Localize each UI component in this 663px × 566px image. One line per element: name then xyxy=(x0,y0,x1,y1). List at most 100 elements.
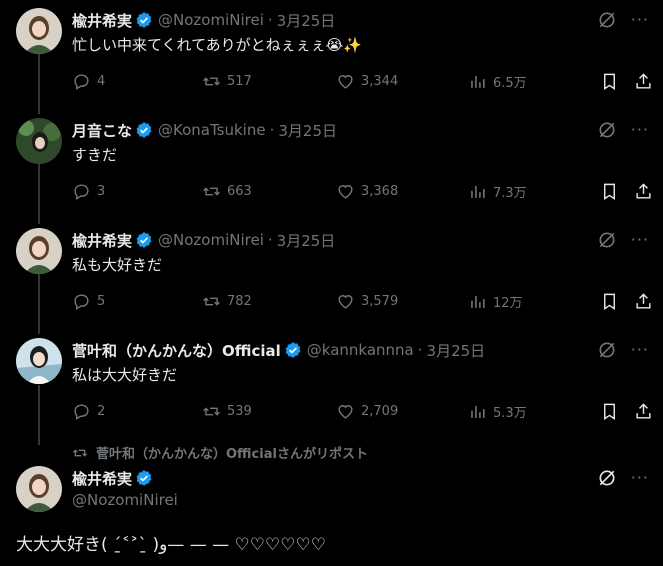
grok-icon[interactable] xyxy=(597,468,617,488)
like-button[interactable]: 3,368 xyxy=(336,182,398,201)
author-name[interactable]: 菅叶和（かんかんな）Official xyxy=(72,340,281,361)
tweet-text: 私も大好きだ xyxy=(72,256,163,274)
like-count: 2,709 xyxy=(361,404,399,419)
separator-dot: · xyxy=(269,121,275,139)
grok-icon[interactable] xyxy=(597,10,617,30)
author-handle[interactable]: @kannkannna xyxy=(307,341,414,359)
view-count: 5.3万 xyxy=(493,406,527,421)
tweet-actions: 3 663 3,368 7.3万 xyxy=(72,182,652,204)
bookmark-button[interactable] xyxy=(600,182,619,201)
share-button[interactable] xyxy=(634,72,653,91)
author-name[interactable]: 楡井希実 xyxy=(72,468,132,489)
avatar[interactable] xyxy=(16,466,62,512)
repost-icon xyxy=(203,187,220,196)
author-handle[interactable]: @NozomiNirei xyxy=(158,231,264,249)
repost-count: 663 xyxy=(227,184,252,199)
views-chart-icon xyxy=(471,185,485,198)
author-handle[interactable]: @NozomiNirei xyxy=(72,491,178,509)
reply-count: 3 xyxy=(97,184,106,199)
repost-count: 782 xyxy=(227,294,252,309)
more-options-icon[interactable]: ··· xyxy=(631,10,649,30)
reply-button[interactable]: 2 xyxy=(72,402,105,421)
avatar[interactable] xyxy=(16,118,62,164)
verified-badge-icon xyxy=(285,342,301,358)
share-button[interactable] xyxy=(634,182,653,201)
reply-count: 5 xyxy=(97,294,106,309)
heart-icon xyxy=(338,295,353,309)
tweet-actions: 4 517 3,344 6.5万 xyxy=(72,72,652,94)
view-count: 7.3万 xyxy=(493,186,527,201)
more-options-icon[interactable]: ··· xyxy=(631,340,649,360)
more-options-icon[interactable]: ··· xyxy=(631,120,649,140)
thread-line xyxy=(38,385,40,445)
like-button[interactable]: 3,344 xyxy=(336,72,398,91)
views-chart-icon xyxy=(471,295,485,308)
view-count: 6.5万 xyxy=(493,76,527,91)
repost-button[interactable]: 782 xyxy=(202,292,252,311)
bookmark-icon xyxy=(604,403,615,420)
verified-badge-icon xyxy=(136,12,152,28)
like-count: 3,579 xyxy=(361,294,399,309)
reply-button[interactable]: 4 xyxy=(72,72,105,91)
like-count: 3,368 xyxy=(361,184,399,199)
heart-icon xyxy=(338,405,353,419)
repost-button[interactable]: 663 xyxy=(202,182,252,201)
repost-icon xyxy=(203,77,220,86)
separator-dot: · xyxy=(267,11,273,29)
repost-indicator[interactable]: 菅叶和（かんかんな）Officialさんがリポスト xyxy=(72,443,368,462)
timestamp[interactable]: 3月25日 xyxy=(277,10,336,31)
tweet-text: すきだ xyxy=(72,146,118,164)
avatar[interactable] xyxy=(16,8,62,54)
views-button[interactable]: 5.3万 xyxy=(468,402,527,421)
repost-label: 菅叶和（かんかんな）Officialさんがリポスト xyxy=(96,447,368,462)
views-button[interactable]: 6.5万 xyxy=(468,72,527,91)
timestamp[interactable]: 3月25日 xyxy=(427,340,486,361)
like-button[interactable]: 2,709 xyxy=(336,402,398,421)
thread-line xyxy=(38,274,40,334)
views-button[interactable]: 12万 xyxy=(468,292,523,311)
grok-icon[interactable] xyxy=(597,340,617,360)
repost-button[interactable]: 539 xyxy=(202,402,252,421)
bookmark-button[interactable] xyxy=(600,72,619,91)
tweet-text: 私は大大好きだ xyxy=(72,366,178,384)
timestamp[interactable]: 3月25日 xyxy=(278,120,337,141)
like-button[interactable]: 3,579 xyxy=(336,292,398,311)
share-icon xyxy=(636,73,651,89)
grok-icon[interactable] xyxy=(597,230,617,250)
avatar[interactable] xyxy=(16,228,62,274)
timestamp[interactable]: 3月25日 xyxy=(277,230,336,251)
bookmark-button[interactable] xyxy=(600,402,619,421)
repost-icon xyxy=(203,407,220,416)
main-tweet-text: 大大大好き( ˊ̱˂˃ˋ̱ )و— — — ♡♡♡♡♡♡ xyxy=(16,535,326,555)
more-options-icon[interactable]: ··· xyxy=(631,230,649,250)
verified-badge-icon xyxy=(136,122,152,138)
share-icon xyxy=(636,293,651,309)
share-button[interactable] xyxy=(634,292,653,311)
views-chart-icon xyxy=(471,405,485,418)
repost-button[interactable]: 517 xyxy=(202,72,252,91)
author-name[interactable]: 楡井希実 xyxy=(72,10,132,31)
bookmark-button[interactable] xyxy=(600,292,619,311)
author-handle[interactable]: @KonaTsukine xyxy=(158,121,266,139)
author-handle[interactable]: @NozomiNirei xyxy=(158,11,264,29)
thread-line xyxy=(38,54,40,114)
reply-button[interactable]: 5 xyxy=(72,292,105,311)
bookmark-icon xyxy=(604,183,615,200)
share-button[interactable] xyxy=(634,402,653,421)
views-button[interactable]: 7.3万 xyxy=(468,182,527,201)
heart-icon xyxy=(338,75,353,89)
bookmark-icon xyxy=(604,293,615,310)
reply-count: 2 xyxy=(97,404,106,419)
thread-line xyxy=(38,164,40,224)
repost-count: 517 xyxy=(227,74,252,89)
separator-dot: · xyxy=(417,341,423,359)
grok-icon[interactable] xyxy=(597,120,617,140)
reply-button[interactable]: 3 xyxy=(72,182,105,201)
more-options-icon[interactable]: ··· xyxy=(631,468,649,488)
author-name[interactable]: 月音こな xyxy=(72,120,132,141)
author-name[interactable]: 楡井希実 xyxy=(72,230,132,251)
avatar[interactable] xyxy=(16,338,62,384)
tweet-actions: 5 782 3,579 12万 xyxy=(72,292,652,314)
reply-icon xyxy=(74,184,89,200)
verified-badge-icon xyxy=(136,470,152,486)
